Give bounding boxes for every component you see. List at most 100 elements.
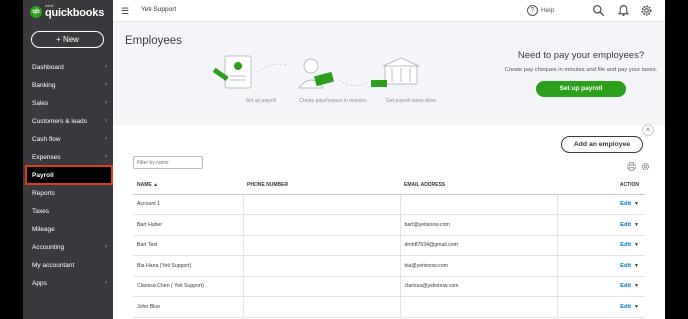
page-title: Employees [125,35,182,47]
table-header-row: NAME ▲ PHONE NUMBER EMAIL ADDRESS ACTION [133,176,645,195]
employee-name-cell[interactable]: Clarissa Chen ( Yeti Support) [133,276,244,297]
chevron-right-icon: › [105,280,107,286]
edit-dropdown-caret-icon[interactable]: ▼ [634,242,639,248]
employee-list-panel: Add an employee NAME ▲ PHONE NUMBER EMAI… [113,125,665,319]
employee-name-cell[interactable]: Bart Huber [133,214,244,236]
employee-name-cell[interactable]: Bart Test [133,235,244,256]
action-cell: Edit ▼ [557,276,645,297]
edit-dropdown-caret-icon[interactable]: ▼ [634,263,639,269]
search-icon[interactable] [592,4,605,17]
bell-icon[interactable] [617,4,630,17]
sidebar-item-label: Cash flow [32,135,61,143]
phone-cell [243,235,401,256]
help-label: Help [541,7,555,14]
help-icon: ? [527,5,538,16]
phone-cell [243,255,401,277]
edit-dropdown-caret-icon[interactable]: ▼ [634,222,639,228]
top-bar: ☰ Yeti Support ? Help K [113,0,665,22]
sidebar-item-banking[interactable]: Banking › [23,76,113,94]
sidebar-item-label: Accounting [32,243,65,251]
chevron-right-icon: › [105,100,107,106]
table-row: Bart Test dmh87634@gmail.com Edit ▼ [133,235,645,256]
hamburger-icon[interactable]: ☰ [121,6,129,17]
sidebar-item-my-accountant[interactable]: My accountant [23,256,113,274]
sidebar-item-customers-leads[interactable]: Customers & leads › [23,112,113,130]
edit-link[interactable]: Edit [620,263,631,269]
help-button[interactable]: ? Help [527,5,554,16]
sidebar-item-apps[interactable]: Apps › [23,274,113,292]
sidebar-item-label: Apps [32,279,47,287]
logo-name-text: quickbooks [45,7,105,19]
table-settings-gear-icon[interactable] [641,162,650,171]
edit-link[interactable]: Edit [620,222,631,228]
sidebar-item-taxes[interactable]: Taxes [23,202,113,220]
step-taxes-label: Get payroll taxes done [385,98,437,104]
sidebar-item-mileage[interactable]: Mileage [23,220,113,238]
step-paycheques-label: Create paycheques in minutes [299,98,367,104]
filter-by-name-input[interactable] [133,156,203,169]
promo-title: Need to pay your employees? [517,50,645,61]
chevron-right-icon: › [105,118,107,124]
phone-cell [243,276,401,297]
sidebar-item-expenses[interactable]: Expenses › [23,148,113,166]
email-cell [400,296,558,318]
edit-link[interactable]: Edit [620,283,631,289]
sidebar-item-cash-flow[interactable]: Cash flow › [23,130,113,148]
chevron-right-icon: › [105,244,107,250]
action-cell: Edit ▼ [557,296,645,318]
employee-name-cell[interactable]: Account 1 [133,194,244,215]
action-cell: Edit ▼ [557,235,645,256]
sidebar-item-dashboard[interactable]: Dashboard › [23,58,113,76]
company-name: Yeti Support [141,6,177,13]
edit-dropdown-caret-icon[interactable]: ▼ [634,201,639,207]
edit-dropdown-caret-icon[interactable]: ▼ [634,283,639,289]
payroll-promo: Need to pay your employees? Create pay c… [501,50,661,97]
phone-cell [243,214,401,236]
add-employee-button[interactable]: Add an employee [561,136,643,153]
table-row: Bia Hana (Yeti Support) bia@yetisnow.com E… [133,255,645,277]
action-cell: Edit ▼ [557,214,645,236]
sidebar-item-accounting[interactable]: Accounting › [23,238,113,256]
sidebar-item-payroll[interactable]: Payroll [25,165,113,185]
step-setup-label: Set up payroll [245,98,277,104]
new-button[interactable]: + New [31,31,104,48]
sidebar-item-label: Dashboard [32,63,64,71]
setup-payroll-button[interactable]: Set up payroll [536,80,626,97]
chevron-right-icon: › [105,82,107,88]
paycheque-person-icon [297,58,334,89]
employees-table: NAME ▲ PHONE NUMBER EMAIL ADDRESS ACTION… [133,176,645,318]
name-column-header[interactable]: NAME ▲ [133,176,243,195]
email-cell [400,194,558,215]
sidebar-item-sales[interactable]: Sales › [23,94,113,112]
promo-subtitle: Create pay cheques in minutes and file a… [504,67,658,73]
sidebar-item-label: Payroll [32,171,54,179]
action-column-header: ACTION [557,176,645,195]
edit-dropdown-caret-icon[interactable]: ▼ [634,304,639,310]
edit-link[interactable]: Edit [620,304,631,310]
chevron-right-icon: › [105,64,107,70]
qb-logo-icon: qb [30,5,42,18]
employee-name-cell[interactable]: John Blue [133,296,244,318]
sidebar-item-label: Taxes [32,207,49,215]
sidebar: qb intuit quickbooks + New Dashboard › Ban… [23,0,113,319]
email-cell: clarissa@yetisnow.com [400,276,558,297]
action-cell: Edit ▼ [557,194,645,215]
table-row: Bart Huber bart@yetisnow.com Edit ▼ [133,214,645,236]
app-window: qb intuit quickbooks + New Dashboard › Ban… [23,0,665,319]
tax-building-icon [371,57,420,87]
quickbooks-logo[interactable]: qb intuit quickbooks [30,4,104,19]
table-row: Clarissa Chen ( Yeti Support) clarissa@ye… [133,276,645,297]
sidebar-nav: Dashboard › Banking › Sales › Customers & lead… [23,58,113,292]
payroll-steps-illustration [212,55,420,89]
new-button-label: + New [56,35,79,44]
chevron-right-icon: › [105,154,107,160]
print-icon[interactable] [627,162,636,171]
sidebar-item-reports[interactable]: Reports [23,184,113,202]
gear-icon[interactable] [640,4,653,17]
edit-link[interactable]: Edit [620,242,631,248]
phone-column-header: PHONE NUMBER [243,176,400,195]
sidebar-item-label: My accountant [32,261,75,269]
collapse-chevron-up-icon[interactable]: ˄ [642,124,654,136]
employee-name-cell[interactable]: Bia Hana (Yeti Support) [133,255,244,277]
edit-link[interactable]: Edit [620,201,631,207]
